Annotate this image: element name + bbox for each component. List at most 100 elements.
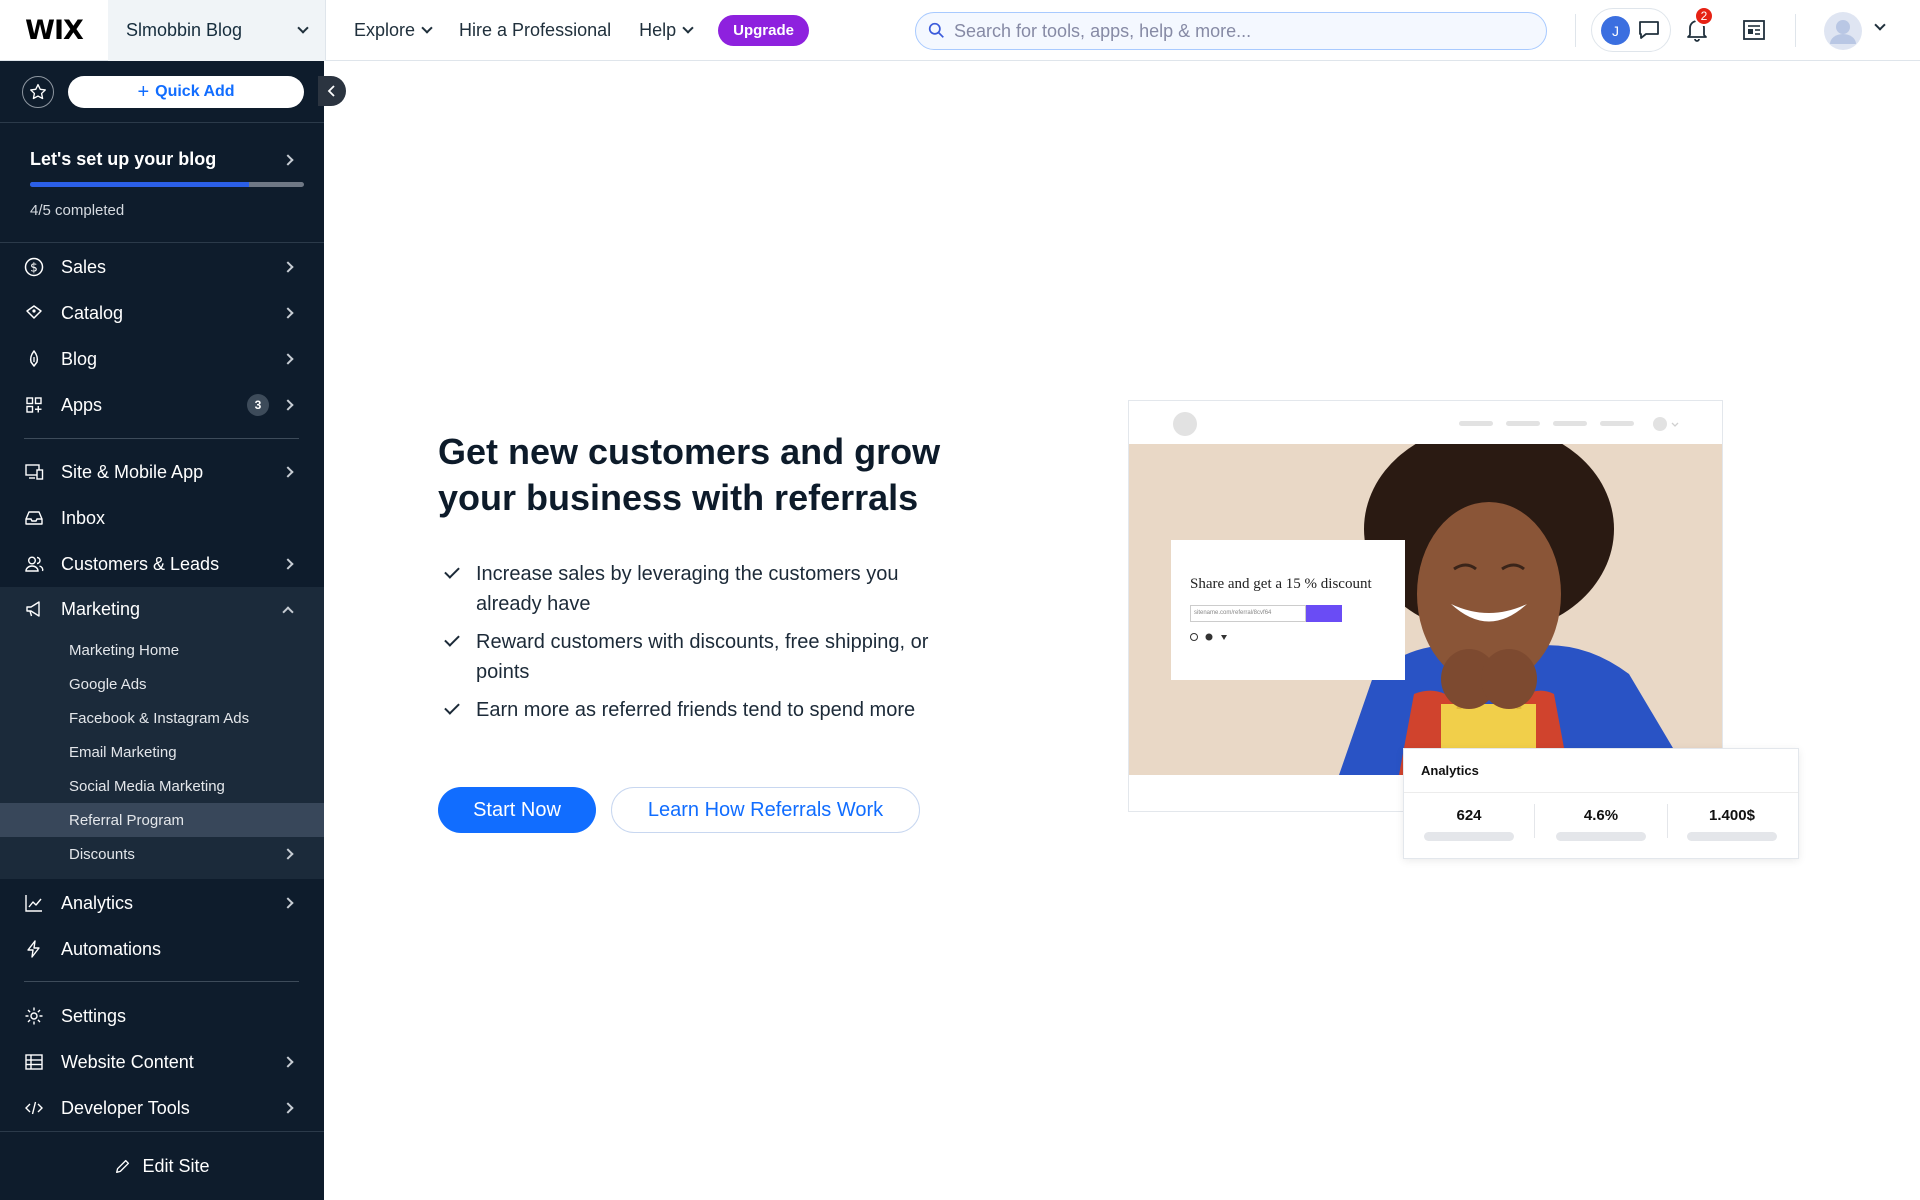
bullet-text: Earn more as referred friends tend to sp…	[476, 699, 916, 721]
page-title-line2: your business with referrals	[438, 477, 919, 518]
analytics-card: Analytics 624 4.6% 1.400$	[1403, 748, 1799, 859]
chart-line-icon	[24, 893, 44, 913]
mock-nav-graphic	[1173, 412, 1679, 436]
sidebar-item-blog[interactable]: Blog	[0, 337, 324, 381]
divider	[1404, 792, 1798, 793]
submenu-item-social-media-marketing[interactable]: Social Media Marketing	[0, 769, 324, 803]
account-avatar[interactable]: J	[1601, 16, 1630, 45]
chevron-right-icon	[282, 353, 294, 365]
submenu-item-referral-program[interactable]: Referral Program	[0, 803, 324, 837]
submenu-item-label: Email Marketing	[69, 743, 177, 761]
site-selector[interactable]: Slmobbin Blog	[108, 0, 326, 61]
quick-actions-row: + Quick Add	[0, 61, 324, 123]
analytics-bar	[1424, 832, 1514, 841]
pen-nib-icon	[24, 349, 44, 369]
people-icon	[24, 554, 44, 574]
upgrade-button[interactable]: Upgrade	[718, 14, 809, 46]
sidebar-item-settings[interactable]: Settings	[0, 994, 324, 1038]
explore-label: Explore	[354, 19, 416, 40]
help-menu[interactable]: Help	[639, 20, 694, 41]
star-icon[interactable]	[22, 76, 54, 108]
divider	[1667, 804, 1668, 838]
sidebar-item-label: Settings	[61, 1005, 127, 1026]
collapse-sidebar-button[interactable]	[318, 76, 346, 106]
submenu-item-label: Google Ads	[69, 675, 147, 693]
chevron-down-icon	[682, 21, 694, 34]
wix-logo[interactable]: WIX	[0, 0, 108, 61]
bullet-text: Reward customers with discounts, free sh…	[476, 631, 929, 683]
chevron-right-icon	[282, 1102, 294, 1114]
list-item: Increase sales by leveraging the custome…	[443, 559, 963, 619]
gear-icon	[24, 1006, 44, 1026]
apps-count-badge: 3	[247, 394, 269, 416]
sidebar-item-catalog[interactable]: Catalog	[0, 291, 324, 335]
chevron-right-icon	[282, 1056, 294, 1068]
learn-how-referrals-button[interactable]: Learn How Referrals Work	[611, 787, 920, 833]
sidebar-item-automations[interactable]: Automations	[0, 927, 324, 971]
sidebar-item-label: Website Content	[61, 1051, 194, 1072]
share-title: Share and get a 15 % discount	[1190, 576, 1372, 592]
search-input[interactable]: Search for tools, apps, help & more...	[915, 12, 1547, 50]
sidebar-item-label: Automations	[61, 938, 162, 959]
user-avatar-icon[interactable]	[1824, 12, 1862, 50]
lightning-icon	[24, 939, 44, 959]
benefits-list: Increase sales by leveraging the custome…	[443, 559, 963, 733]
news-icon[interactable]	[1743, 20, 1765, 40]
explore-menu[interactable]: Explore	[354, 19, 433, 41]
search-placeholder: Search for tools, apps, help & more...	[954, 20, 1252, 41]
edit-site-button[interactable]: Edit Site	[0, 1131, 324, 1200]
chevron-down-icon	[297, 21, 309, 34]
sidebar-item-label: Apps	[61, 394, 103, 415]
devices-icon	[24, 462, 44, 482]
chat-icon[interactable]	[1638, 20, 1660, 40]
sidebar-item-apps[interactable]: Apps 3	[0, 383, 324, 427]
submenu-item-google-ads[interactable]: Google Ads	[0, 667, 324, 701]
submenu-item-discounts[interactable]: Discounts	[0, 837, 324, 871]
sidebar-item-inbox[interactable]: Inbox	[0, 496, 324, 540]
divider	[1795, 14, 1796, 47]
setup-progress-fill	[30, 182, 250, 187]
chevron-up-icon	[282, 606, 294, 618]
check-icon	[444, 699, 460, 715]
sidebar-item-sales[interactable]: $ Sales	[0, 245, 324, 289]
hire-professional-link[interactable]: Hire a Professional	[459, 20, 611, 41]
chevron-right-icon[interactable]	[282, 154, 294, 166]
list-item: Earn more as referred friends tend to sp…	[443, 695, 963, 725]
sidebar-item-marketing[interactable]: Marketing	[0, 587, 324, 631]
check-icon	[444, 563, 460, 579]
sidebar-item-website-content[interactable]: Website Content	[0, 1040, 324, 1084]
setup-progress-text: 4/5 completed	[30, 202, 125, 219]
check-icon	[444, 631, 460, 647]
submenu-item-email-marketing[interactable]: Email Marketing	[0, 735, 324, 769]
setup-title[interactable]: Let's set up your blog	[30, 149, 216, 170]
submenu-item-label: Referral Program	[69, 811, 185, 829]
sidebar-item-label: Catalog	[61, 302, 124, 323]
chevron-right-icon	[282, 307, 294, 319]
plus-icon: +	[137, 80, 150, 103]
edit-site-label: Edit Site	[142, 1155, 210, 1176]
chevron-right-icon	[282, 399, 294, 411]
divider	[0, 242, 324, 243]
submenu-item-marketing-home[interactable]: Marketing Home	[0, 633, 324, 667]
chevron-right-icon	[282, 897, 294, 909]
analytics-value: 4.6%	[1583, 807, 1619, 824]
sidebar: + Quick Add Let's set up your blog 4/5 c…	[0, 61, 324, 1200]
submenu-item-facebook-instagram-ads[interactable]: Facebook & Instagram Ads	[0, 701, 324, 735]
analytics-bar	[1687, 832, 1777, 841]
apps-icon	[24, 395, 44, 415]
sidebar-item-analytics[interactable]: Analytics	[0, 881, 324, 925]
sidebar-item-developer-tools[interactable]: Developer Tools	[0, 1086, 324, 1130]
megaphone-icon	[24, 599, 44, 619]
sidebar-item-customers-leads[interactable]: Customers & Leads	[0, 542, 324, 586]
share-link-field: sitename.com/referral/8cvf64	[1190, 605, 1306, 622]
sidebar-item-site-mobile-app[interactable]: Site & Mobile App	[0, 450, 324, 494]
divider	[1534, 804, 1535, 838]
submenu-item-label: Discounts	[69, 845, 135, 863]
chevron-left-icon	[327, 85, 335, 97]
start-now-button[interactable]: Start Now	[438, 787, 596, 833]
social-share-icons	[1190, 633, 1227, 641]
divider	[24, 981, 299, 982]
bullet-text: Increase sales by leveraging the custome…	[476, 563, 899, 615]
divider	[24, 438, 299, 439]
quick-add-button[interactable]: + Quick Add	[68, 76, 304, 108]
